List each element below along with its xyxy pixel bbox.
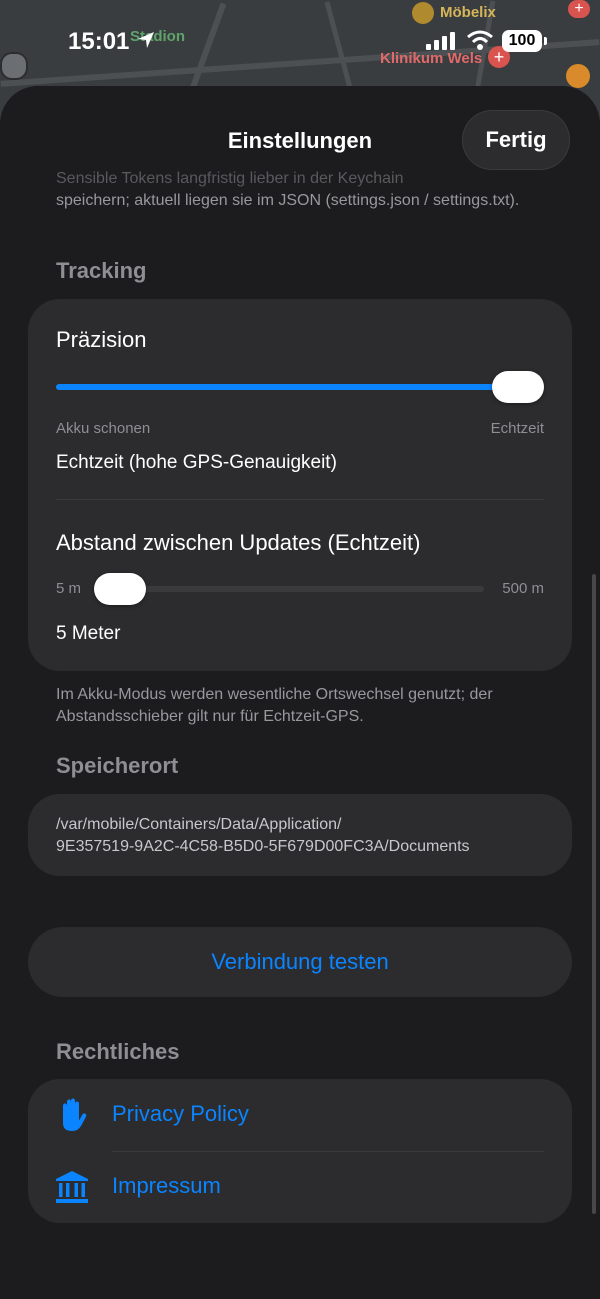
settings-sheet: Einstellungen Fertig Sensible Tokens lan… (0, 86, 600, 1299)
done-button[interactable]: Fertig (462, 110, 570, 170)
token-note-faded: Sensible Tokens langfristig lieber in de… (56, 170, 404, 187)
battery-cap (544, 37, 547, 45)
distance-label: Abstand zwischen Updates (Echtzeit) (56, 530, 421, 555)
precision-slider[interactable] (56, 369, 544, 405)
status-bar: 15:01 100 (0, 0, 600, 80)
hand-raised-icon (63, 1098, 87, 1131)
storage-path-line2: 9E357519-9A2C-4C58-B5D0-5F679D00FC3A/Doc… (56, 838, 470, 855)
building-columns-icon (56, 1171, 88, 1203)
section-title-storage: Speicherort (56, 753, 179, 778)
precision-min-label: Akku schonen (56, 420, 151, 437)
precision-label: Präzision (56, 327, 147, 352)
test-connection-button[interactable]: Verbindung testen (28, 927, 572, 997)
section-title-legal: Rechtliches (56, 1039, 180, 1064)
privacy-policy-link[interactable]: Privacy Policy (28, 1079, 572, 1151)
storage-path: /var/mobile/Containers/Data/Application/… (56, 814, 470, 858)
token-note: speichern; aktuell liegen sie im JSON (s… (56, 192, 520, 209)
cellular-signal-icon (426, 32, 455, 50)
privacy-policy-label: Privacy Policy (112, 1101, 249, 1126)
distance-value: 5 Meter (56, 623, 121, 644)
impressum-link[interactable]: Impressum (28, 1151, 572, 1223)
distance-max-label: 500 m (502, 580, 544, 597)
distance-slider[interactable] (94, 571, 484, 607)
legal-card: Privacy Policy Impressum (28, 1079, 572, 1223)
battery-level: 100 (508, 32, 536, 49)
wifi-icon (467, 30, 493, 50)
tracking-footnote: Im Akku-Modus werden wesentliche Ortswec… (56, 686, 493, 725)
divider (56, 499, 544, 500)
distance-min-label: 5 m (56, 580, 82, 597)
precision-max-label: Echtzeit (490, 420, 544, 437)
section-title-tracking: Tracking (56, 258, 147, 283)
scroll-indicator[interactable] (592, 574, 596, 1214)
storage-card: /var/mobile/Containers/Data/Application/… (28, 794, 572, 876)
distance-slider-thumb[interactable] (94, 573, 146, 605)
storage-path-line1: /var/mobile/Containers/Data/Application/ (56, 816, 342, 833)
precision-value: Echtzeit (hohe GPS-Genauigkeit) (56, 452, 337, 473)
distance-slider-track (94, 586, 484, 592)
precision-slider-fill (56, 384, 518, 390)
precision-slider-thumb[interactable] (492, 371, 544, 403)
location-arrow-icon (138, 32, 154, 48)
impressum-label: Impressum (112, 1173, 221, 1198)
battery-icon: 100 (502, 30, 542, 52)
tracking-card: Präzision Akku schonen Echtzeit Echtzeit… (28, 299, 572, 671)
status-time: 15:01 (68, 28, 130, 55)
